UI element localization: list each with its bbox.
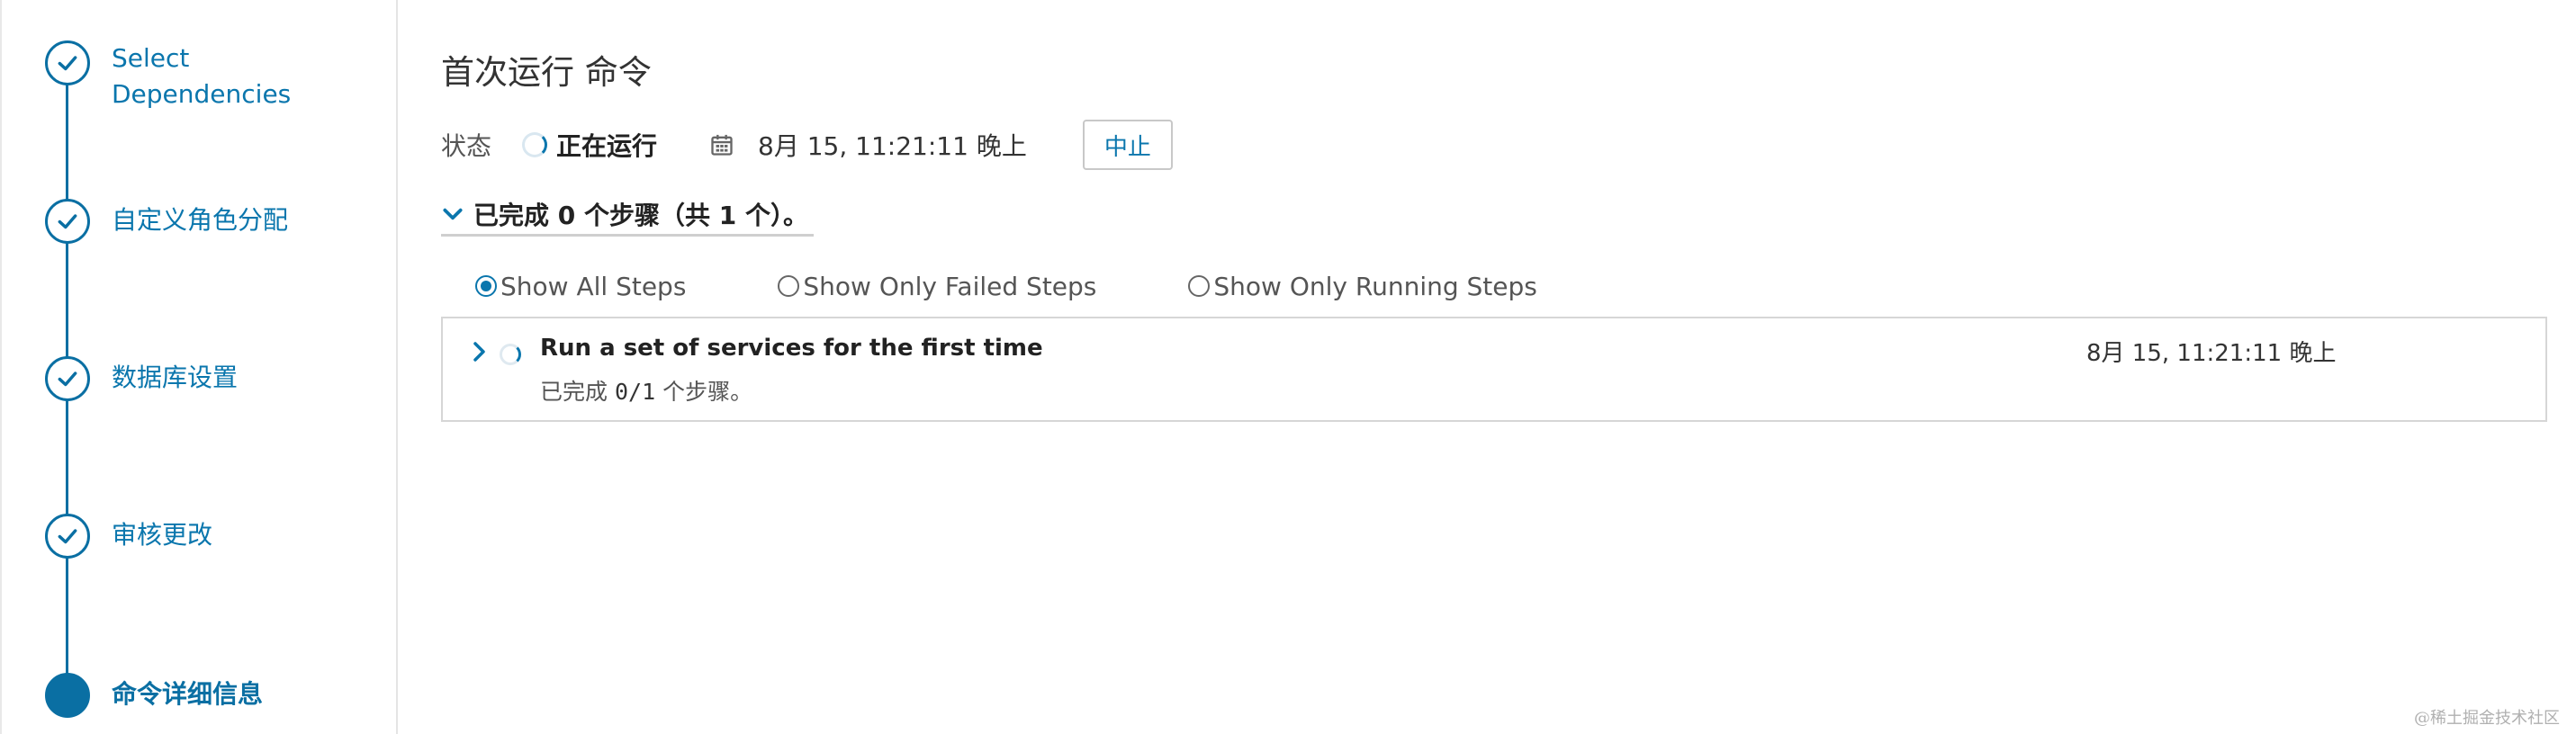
chevron-down-icon — [443, 208, 463, 220]
status-row: 状态 正在运行 8月 15, 11:21:11 晚上 中止 — [441, 120, 1173, 170]
wizard-step-label[interactable]: Select Dependencies — [112, 40, 292, 112]
wizard-step-label[interactable]: 数据库设置 — [112, 360, 238, 396]
check-icon — [45, 40, 90, 85]
abort-button[interactable]: 中止 — [1082, 120, 1173, 170]
wizard-step-command-details[interactable]: 命令详细信息 — [45, 673, 387, 718]
spinner-icon — [522, 132, 548, 157]
main-content: 首次运行 命令 状态 正在运行 8月 15, 11:21:11 晚上 中止 已完… — [441, 0, 2576, 734]
wizard-step-select-dependencies[interactable]: Select Dependencies — [45, 40, 387, 112]
status-start-time: 8月 15, 11:21:11 晚上 — [758, 131, 1027, 161]
calendar-icon — [711, 134, 733, 156]
filter-show-only-running-steps[interactable]: Show Only Running Steps — [1188, 271, 1537, 301]
check-icon — [45, 356, 90, 401]
filter-show-only-failed-steps[interactable]: Show Only Failed Steps — [778, 272, 1096, 301]
wizard-step-custom-role-assignment[interactable]: 自定义角色分配 — [45, 199, 387, 244]
steps-summary-toggle[interactable]: 已完成 0 个步骤（共 1 个）。 — [441, 196, 814, 237]
spinner-icon — [500, 344, 521, 365]
page-title: 首次运行 命令 — [441, 53, 652, 92]
filter-show-all-steps[interactable]: Show All Steps — [475, 272, 686, 301]
wizard-step-label[interactable]: 自定义角色分配 — [112, 202, 288, 238]
wizard-sidebar: Select Dependencies 自定义角色分配 数据库设置 审核更改 命… — [0, 0, 398, 734]
current-step-dot-icon — [45, 673, 90, 718]
step-progress-prefix: 已完成 — [540, 379, 608, 405]
radio-button[interactable] — [475, 275, 497, 297]
wizard-step-label: 命令详细信息 — [112, 679, 264, 709]
chevron-right-icon[interactable] — [470, 340, 490, 363]
step-filter-group: Show All Steps Show Only Failed Steps Sh… — [475, 268, 1537, 304]
filter-label: Show Only Failed Steps — [803, 271, 1097, 301]
status-value: 正在运行 — [556, 131, 658, 161]
step-progress-text: 已完成 0/1 个步骤。 — [540, 374, 752, 407]
step-progress-suffix: 个步骤。 — [662, 379, 753, 405]
radio-button[interactable] — [1188, 275, 1211, 297]
steps-table: Run a set of services for the first time… — [441, 317, 2547, 422]
wizard-step-review-changes[interactable]: 审核更改 — [45, 514, 387, 559]
filter-label: Show Only Running Steps — [1213, 271, 1537, 301]
filter-label: Show All Steps — [500, 271, 687, 301]
page: Select Dependencies 自定义角色分配 数据库设置 审核更改 命… — [0, 0, 2576, 734]
step-progress-count: 0/1 — [614, 379, 656, 405]
wizard-step-database-setup[interactable]: 数据库设置 — [45, 356, 387, 401]
radio-button[interactable] — [778, 275, 800, 297]
wizard-step-label[interactable]: 审核更改 — [112, 517, 212, 553]
check-icon — [45, 514, 90, 559]
status-label: 状态 — [441, 131, 492, 161]
step-time: 8月 15, 11:21:11 晚上 — [2086, 340, 2337, 367]
check-icon — [45, 199, 90, 244]
step-title: Run a set of services for the first time — [540, 335, 1043, 362]
watermark: @稀土掘金技术社区 — [2414, 709, 2560, 728]
steps-summary-text: 已完成 0 个步骤（共 1 个）。 — [473, 201, 808, 230]
